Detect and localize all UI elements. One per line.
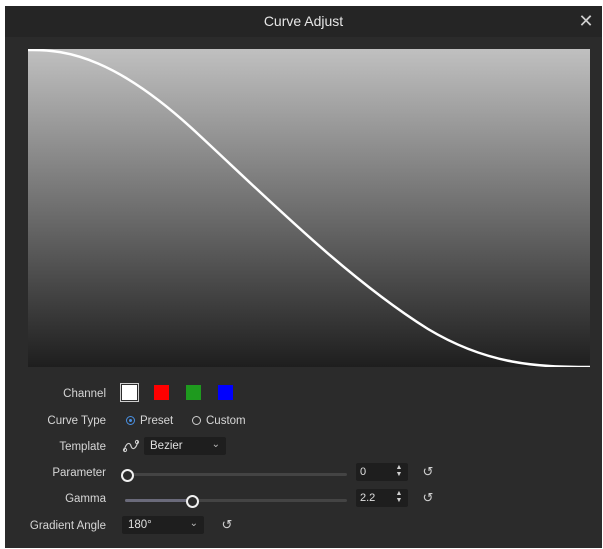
gamma-reset-icon[interactable]: ↺ — [420, 489, 436, 507]
parameter-label: Parameter — [52, 467, 106, 479]
gamma-row: Gamma ▲▼ ↺ — [5, 489, 602, 511]
template-label: Template — [59, 441, 106, 453]
gamma-slider[interactable] — [125, 495, 347, 508]
chevron-down-icon: ⌄ — [211, 439, 220, 450]
parameter-slider[interactable] — [121, 469, 347, 482]
gradient-angle-select[interactable]: 180° ⌄ — [122, 516, 204, 534]
curve-adjust-dialog: Curve Adjust ✕ Channel Curve Type Preset — [5, 6, 602, 548]
gamma-spinbox[interactable]: ▲▼ — [356, 489, 408, 507]
radio-preset-indicator[interactable] — [126, 416, 135, 425]
channel-swatch-white[interactable] — [120, 383, 139, 402]
parameter-input[interactable] — [360, 465, 390, 479]
gamma-label: Gamma — [65, 493, 106, 505]
radio-custom-indicator[interactable] — [192, 416, 201, 425]
gradient-angle-row: Gradient Angle 180° ⌄ ↺ — [5, 516, 602, 538]
parameter-row: Parameter ▲▼ ↺ — [5, 463, 602, 485]
parameter-slider-handle[interactable] — [121, 469, 134, 482]
gradient-angle-label: Gradient Angle — [29, 520, 106, 532]
curve-canvas[interactable] — [28, 49, 590, 367]
chevron-down-icon: ⌄ — [189, 518, 198, 529]
channel-swatch-red[interactable] — [154, 385, 169, 400]
gradient-angle-value: 180° — [128, 519, 152, 531]
close-icon[interactable]: ✕ — [576, 10, 596, 32]
channel-row: Channel — [5, 383, 602, 406]
channel-label: Channel — [63, 388, 106, 400]
dialog-title: Curve Adjust — [263, 13, 344, 29]
template-select-value: Bezier — [150, 440, 183, 452]
gradient-angle-reset-icon[interactable]: ↺ — [219, 516, 235, 534]
curve-graph[interactable] — [28, 49, 590, 367]
curve-type-label: Curve Type — [47, 415, 106, 427]
parameter-reset-icon[interactable]: ↺ — [420, 463, 436, 481]
curve-type-row: Curve Type Preset Custom — [5, 411, 602, 433]
curve-gradient-background — [28, 49, 590, 367]
gamma-slider-handle[interactable] — [186, 495, 199, 508]
gamma-stepper-icon[interactable]: ▲ ▼ — [394, 490, 404, 506]
gamma-input[interactable] — [360, 491, 390, 505]
template-select[interactable]: Bezier ⌄ — [144, 437, 226, 455]
channel-swatch-green[interactable] — [186, 385, 201, 400]
radio-preset-label: Preset — [140, 415, 174, 427]
title-bar: Curve Adjust ✕ — [5, 6, 602, 37]
gamma-slider-fill — [125, 499, 191, 502]
template-row: Template Bezier ⌄ — [5, 437, 602, 459]
parameter-spinbox[interactable]: ▲▼ — [356, 463, 408, 481]
radio-custom-label: Custom — [206, 415, 246, 427]
parameter-stepper-icon[interactable]: ▲ ▼ — [394, 464, 404, 480]
channel-swatch-blue[interactable] — [218, 385, 233, 400]
curve-template-icon[interactable] — [122, 438, 140, 454]
